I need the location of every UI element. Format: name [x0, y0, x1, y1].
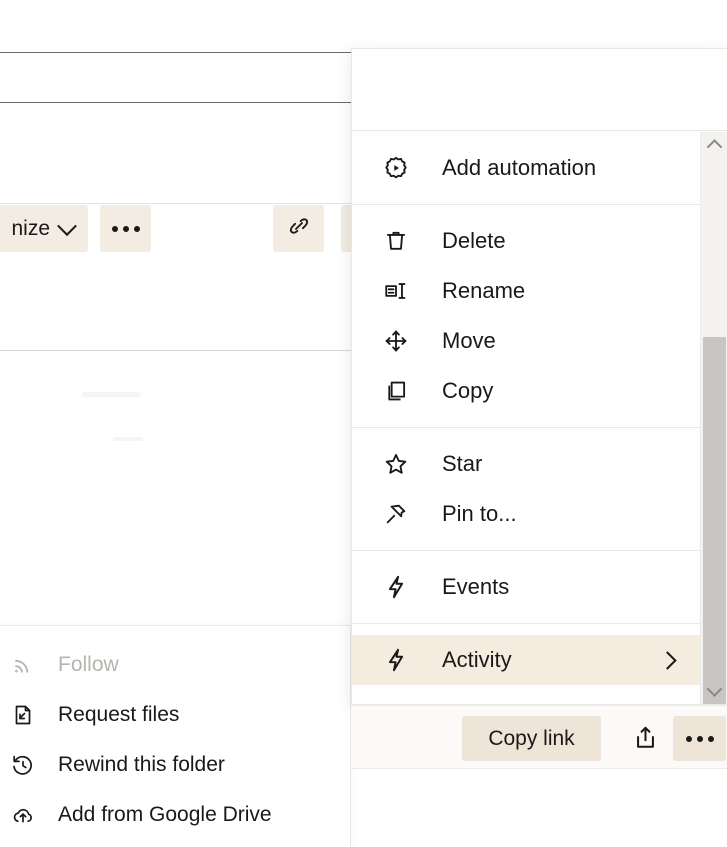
menu-item-rewind-folder[interactable]: Rewind this folder — [0, 740, 350, 790]
menu-item-label: Follow — [58, 653, 119, 677]
ghost-block — [113, 437, 143, 441]
context-menu: Add automation Delete — [351, 48, 727, 705]
lightning-icon — [382, 646, 410, 674]
chevron-up-icon — [707, 139, 723, 155]
menu-item-pin-to[interactable]: Pin to... — [352, 489, 700, 539]
context-menu-scrollbar[interactable] — [700, 132, 727, 704]
chevron-down-icon — [57, 216, 77, 236]
menu-item-label: Rename — [442, 278, 680, 304]
trash-icon — [382, 227, 410, 255]
menu-item-star[interactable]: Star — [352, 439, 700, 489]
menu-divider — [352, 623, 700, 624]
menu-item-label: Events — [442, 574, 680, 600]
menu-item-label: Request files — [58, 703, 179, 727]
menu-item-add-from-google-drive[interactable]: Add from Google Drive — [0, 790, 350, 840]
menu-item-label: Pin to... — [442, 501, 680, 527]
copy-link-button[interactable]: Copy link — [462, 716, 601, 761]
menu-item-label: Rewind this folder — [58, 753, 225, 777]
scrollbar-down-arrow[interactable] — [701, 677, 727, 704]
search-input[interactable] — [0, 52, 361, 103]
pin-icon — [382, 500, 410, 528]
content-top-divider — [0, 350, 351, 351]
lightning-icon — [382, 573, 410, 601]
toolbar: nize — [0, 205, 351, 253]
menu-item-copy[interactable]: Copy — [352, 366, 700, 416]
menu-divider — [352, 427, 700, 428]
context-menu-header — [352, 49, 727, 131]
toolbar-link-button[interactable] — [273, 205, 324, 252]
menu-item-events[interactable]: Events — [352, 562, 700, 612]
share-button[interactable] — [619, 716, 671, 761]
menu-item-add-automation[interactable]: Add automation — [352, 143, 700, 193]
request-files-icon — [10, 702, 36, 728]
menu-item-follow[interactable]: Follow — [0, 640, 350, 690]
menu-item-label: Star — [442, 451, 680, 477]
menu-divider — [352, 550, 700, 551]
menu-item-label: Add automation — [442, 155, 680, 181]
menu-item-request-files[interactable]: Request files — [0, 690, 350, 740]
toolbar-more-button[interactable] — [100, 205, 151, 252]
top-faded-text — [455, 0, 727, 22]
menu-divider — [352, 204, 700, 205]
menu-item-label: Activity — [442, 647, 629, 673]
automation-gear-icon — [382, 154, 410, 182]
menu-item-activity[interactable]: Activity — [352, 635, 700, 685]
menu-item-label: Copy — [442, 378, 680, 404]
ellipsis-icon — [686, 736, 714, 742]
share-upload-icon — [632, 724, 659, 754]
ghost-block — [82, 392, 140, 397]
organize-label: nize — [11, 217, 50, 241]
toolbar-top-divider — [0, 203, 351, 204]
scrollbar-up-arrow[interactable] — [701, 132, 727, 159]
rename-icon — [382, 277, 410, 305]
bottom-action-bar: Copy link — [351, 705, 727, 769]
rewind-clock-icon — [10, 752, 36, 778]
left-context-menu: Follow Request files Rewind this folder — [0, 625, 351, 847]
link-icon — [286, 213, 312, 245]
menu-item-rename[interactable]: Rename — [352, 266, 700, 316]
star-icon — [382, 450, 410, 478]
menu-item-label: Add from Google Drive — [58, 803, 272, 827]
chevron-right-icon — [658, 651, 676, 669]
organize-button[interactable]: nize — [0, 205, 88, 252]
ellipsis-icon — [112, 226, 140, 232]
rss-follow-icon — [10, 652, 36, 678]
bottom-more-button[interactable] — [673, 716, 726, 761]
context-menu-scroll-area: Add automation Delete — [352, 132, 700, 704]
cloud-upload-icon — [10, 802, 36, 828]
move-arrows-icon — [382, 327, 410, 355]
copy-icon — [382, 377, 410, 405]
menu-item-move[interactable]: Move — [352, 316, 700, 366]
scrollbar-thumb[interactable] — [703, 337, 726, 705]
menu-item-label: Delete — [442, 228, 680, 254]
chevron-down-icon — [707, 681, 723, 697]
menu-item-label: Move — [442, 328, 680, 354]
menu-item-delete[interactable]: Delete — [352, 216, 700, 266]
